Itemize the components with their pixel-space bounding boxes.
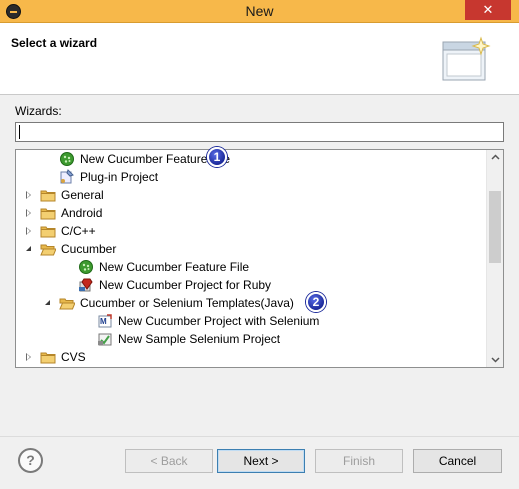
ruby-project-icon — [79, 278, 93, 292]
folder-icon — [40, 226, 56, 238]
tree-item[interactable]: New Cucumber Feature File — [16, 150, 486, 168]
selenium-project-icon — [98, 333, 112, 346]
svg-text:M: M — [100, 317, 107, 326]
tree-expand-arrow-icon[interactable] — [26, 209, 31, 217]
tree-item-label: Plug-in Project — [80, 170, 159, 184]
tree-item[interactable]: Android — [16, 204, 486, 222]
tree-item-label: New Cucumber Feature File — [99, 260, 250, 274]
tree-item-label: Cucumber or Selenium Templates(Java) — [80, 296, 294, 310]
tree-item[interactable]: New Cucumber Project for Ruby — [16, 276, 486, 294]
vertical-scrollbar[interactable] — [486, 150, 503, 367]
tree-expand-arrow-icon[interactable] — [26, 227, 31, 235]
back-button[interactable]: < Back — [125, 449, 213, 473]
wizard-tree[interactable]: New Cucumber Feature File Plug-in Project… — [15, 149, 504, 368]
close-button[interactable]: ✕ — [465, 0, 511, 20]
folder-open-icon — [59, 298, 75, 310]
wizards-label: Wizards: — [15, 104, 62, 118]
tree-item-label: C/C++ — [61, 224, 96, 238]
tree-expand-arrow-icon[interactable] — [26, 191, 31, 199]
text-caret — [19, 125, 20, 139]
tree-item-label: Android — [61, 206, 103, 220]
wizard-filter-input[interactable] — [15, 122, 504, 142]
tree-collapse-arrow-icon[interactable] — [45, 300, 50, 305]
folder-open-icon — [40, 244, 56, 256]
footer-divider — [0, 436, 519, 437]
tree-item[interactable]: CVS — [16, 348, 486, 366]
scroll-down-arrow-icon[interactable] — [491, 355, 500, 364]
tree-item-label: New Cucumber Project for Ruby — [99, 278, 272, 292]
tree-item[interactable]: General — [16, 186, 486, 204]
title-bar: New ✕ — [0, 0, 519, 23]
tree-item[interactable]: New Cucumber Feature File — [16, 258, 486, 276]
wizard-header: Select a wizard — [0, 23, 519, 95]
tree-item-label: General — [61, 188, 104, 202]
callout-badge-2: 2 — [306, 292, 326, 312]
tree-collapse-arrow-icon[interactable] — [26, 246, 31, 251]
callout-badge-1: 1 — [207, 147, 227, 167]
tree-item[interactable]: M New Cucumber Project with Selenium — [16, 312, 486, 330]
window-title: New — [245, 3, 274, 19]
tree-item[interactable]: Cucumber or Selenium Templates(Java) — [16, 294, 486, 312]
plugin-project-icon — [60, 169, 74, 184]
new-wizard-banner-icon — [442, 36, 491, 81]
folder-icon — [40, 208, 56, 220]
tree-item-label: Cucumber — [61, 242, 117, 256]
folder-icon — [40, 190, 56, 202]
tree-item-label: New Sample Selenium Project — [118, 332, 281, 346]
tree-item[interactable]: C/C++ — [16, 222, 486, 240]
page-title: Select a wizard — [11, 36, 98, 50]
scrollbar-thumb[interactable] — [489, 191, 501, 263]
cucumber-icon — [79, 260, 93, 274]
tree-item[interactable]: New Sample Selenium Project — [16, 330, 486, 348]
maven-project-icon: M — [98, 314, 112, 328]
help-button[interactable]: ? — [18, 448, 43, 473]
cucumber-icon — [60, 152, 74, 166]
tree-item-label: New Cucumber Project with Selenium — [118, 314, 320, 328]
folder-icon — [40, 352, 56, 364]
tree-item-label: CVS — [61, 350, 86, 364]
scroll-up-arrow-icon[interactable] — [491, 153, 500, 162]
cancel-button[interactable]: Cancel — [413, 449, 502, 473]
finish-button[interactable]: Finish — [315, 449, 403, 473]
next-button[interactable]: Next > — [217, 449, 305, 473]
tree-item[interactable]: Cucumber — [16, 240, 486, 258]
tree-expand-arrow-icon[interactable] — [26, 353, 31, 361]
tree-item[interactable]: Plug-in Project — [16, 168, 486, 186]
